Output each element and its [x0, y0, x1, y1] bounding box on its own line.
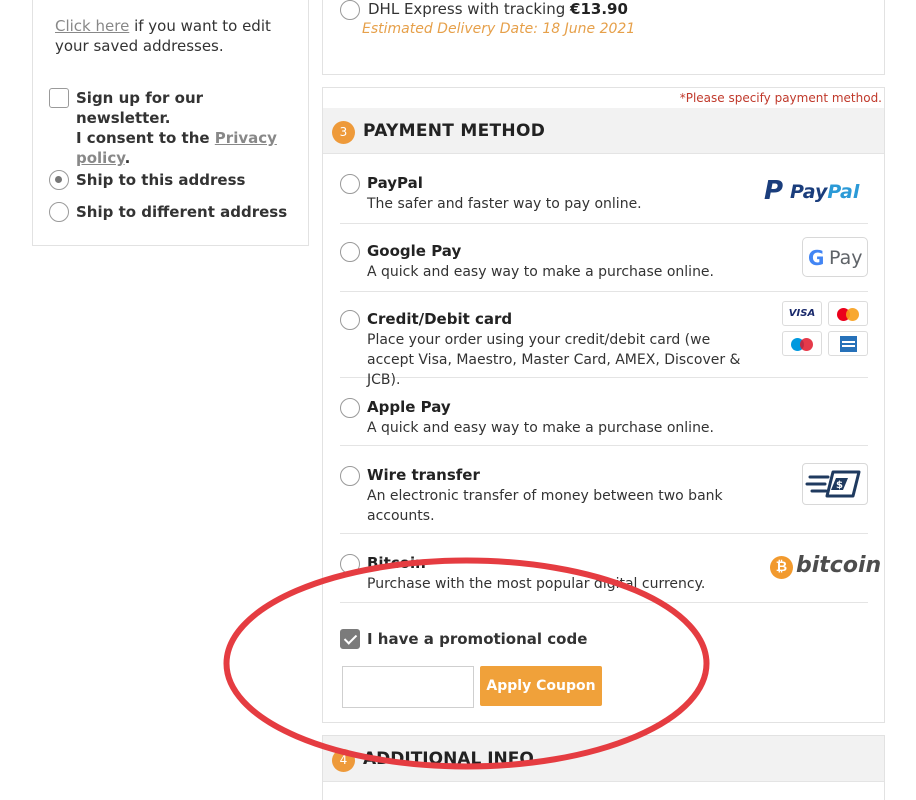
- svg-text:$: $: [836, 480, 843, 491]
- payment-option-credit-card[interactable]: Credit/Debit card Place your order using…: [340, 301, 868, 388]
- credit-card-radio[interactable]: [340, 310, 360, 330]
- ship-to-this-address-option[interactable]: Ship to this address: [49, 170, 299, 192]
- ship-to-different-address-option[interactable]: Ship to different address: [49, 202, 299, 224]
- payment-option-wire-transfer[interactable]: Wire transfer An electronic transfer of …: [340, 463, 868, 534]
- payment-option-name: Wire transfer: [367, 466, 480, 484]
- consent-text: I consent to the: [76, 129, 215, 147]
- paypal-radio[interactable]: [340, 174, 360, 194]
- apple-pay-radio[interactable]: [340, 398, 360, 418]
- gpay-word: Pay: [829, 247, 863, 269]
- step-number-badge: 3: [332, 121, 355, 144]
- newsletter-label: Sign up for our newsletter. I consent to…: [76, 88, 298, 168]
- card-logos: VISA: [782, 301, 868, 357]
- dhl-label: DHL Express with tracking: [368, 0, 571, 18]
- consent-period: .: [124, 149, 131, 167]
- shipping-method-panel: DHL Express with tracking €13.90 Estimat…: [322, 0, 885, 75]
- newsletter-line1: Sign up for our newsletter.: [76, 89, 204, 127]
- payment-option-desc: An electronic transfer of money between …: [367, 488, 723, 524]
- bitcoin-wordmark: bitcoin: [796, 553, 882, 578]
- payment-option-name: Credit/Debit card: [367, 310, 513, 328]
- visa-icon: VISA: [782, 301, 822, 326]
- dhl-option-label: DHL Express with tracking €13.90: [368, 0, 628, 18]
- payment-option-apple-pay[interactable]: Apple Pay A quick and easy way to make a…: [340, 396, 868, 446]
- payment-option-bitcoin[interactable]: Bitcoin Purchase with the most popular d…: [340, 552, 881, 603]
- amex-icon: [828, 331, 868, 356]
- mastercard-icon: [828, 301, 868, 326]
- payment-method-title: PAYMENT METHOD: [363, 121, 546, 141]
- payment-option-name: Apple Pay: [367, 398, 451, 416]
- ship-this-label: Ship to this address: [76, 171, 246, 189]
- payment-required-note: *Please specify payment method.: [679, 91, 882, 105]
- step-number-badge: 4: [332, 749, 355, 772]
- estimated-delivery-date: Estimated Delivery Date: 18 June 2021: [362, 21, 636, 37]
- google-pay-logo: G Pay: [802, 237, 868, 277]
- apply-coupon-button[interactable]: Apply Coupon: [480, 666, 602, 706]
- promo-code-option[interactable]: I have a promotional code: [340, 628, 640, 650]
- bitcoin-logo: ₿ bitcoin: [770, 553, 881, 583]
- payment-option-google-pay[interactable]: Google Pay A quick and easy way to make …: [340, 237, 868, 292]
- google-g-icon: G: [808, 246, 825, 270]
- payment-option-desc: The safer and faster way to pay online.: [367, 196, 642, 212]
- ship-different-label: Ship to different address: [76, 203, 288, 221]
- saved-addresses-text: Click here if you want to edit your save…: [55, 16, 300, 56]
- ship-different-radio[interactable]: [49, 202, 69, 222]
- payment-option-desc: Purchase with the most popular digital c…: [367, 576, 706, 592]
- additional-info-header[interactable]: 4 ADDITIONAL INFO: [323, 736, 884, 782]
- wire-transfer-icon: $: [802, 463, 868, 505]
- payment-method-panel: *Please specify payment method. 3 PAYMEN…: [322, 87, 885, 723]
- payment-method-header: 3 PAYMENT METHOD: [323, 108, 884, 154]
- payment-option-paypal[interactable]: PayPal The safer and faster way to pay o…: [340, 172, 868, 224]
- dhl-price: €13.90: [570, 0, 628, 18]
- additional-info-title: ADDITIONAL INFO: [363, 749, 534, 769]
- bitcoin-radio[interactable]: [340, 554, 360, 574]
- payment-option-desc: A quick and easy way to make a purchase …: [367, 264, 714, 280]
- paypal-wordmark: PayPal: [790, 181, 860, 203]
- maestro-icon: [782, 331, 822, 356]
- newsletter-checkbox[interactable]: [49, 88, 69, 108]
- payment-option-desc: A quick and easy way to make a purchase …: [367, 420, 714, 436]
- edit-addresses-link[interactable]: Click here: [55, 17, 129, 35]
- bitcoin-coin-icon: ₿: [770, 556, 793, 579]
- paypal-logo: P PayPal: [764, 176, 868, 206]
- wire-transfer-radio[interactable]: [340, 466, 360, 486]
- payment-option-name: PayPal: [367, 174, 423, 192]
- ship-this-radio[interactable]: [49, 170, 69, 190]
- payment-option-name: Bitcoin: [367, 554, 426, 572]
- payment-option-name: Google Pay: [367, 242, 462, 260]
- address-panel: Click here if you want to edit your save…: [32, 0, 309, 246]
- dhl-radio[interactable]: [340, 0, 360, 20]
- google-pay-radio[interactable]: [340, 242, 360, 262]
- coupon-code-input[interactable]: [342, 666, 474, 708]
- payment-option-desc: Place your order using your credit/debit…: [367, 332, 741, 388]
- paypal-p-mark: P: [764, 176, 784, 206]
- promo-code-checkbox[interactable]: [340, 629, 360, 649]
- promo-code-label: I have a promotional code: [367, 630, 588, 648]
- additional-info-panel: 4 ADDITIONAL INFO: [322, 735, 885, 800]
